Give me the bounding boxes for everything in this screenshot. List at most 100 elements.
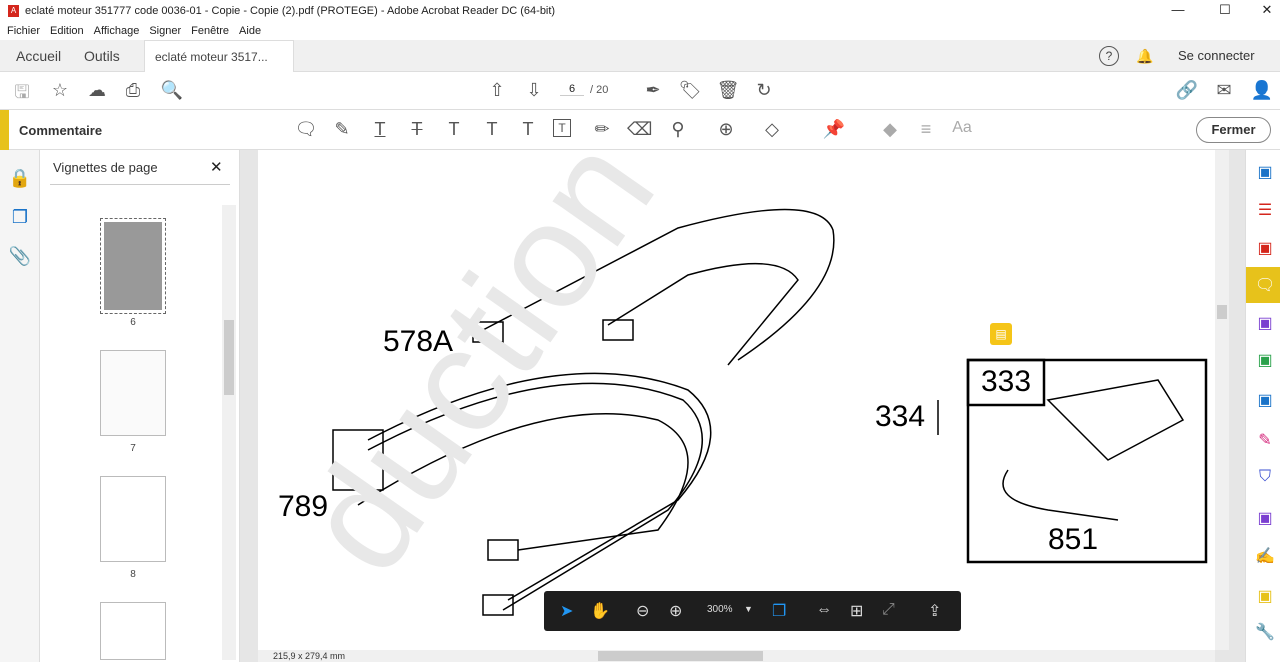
add-text-icon[interactable]: T [516, 119, 540, 140]
fill-color-icon[interactable]: ◆ [878, 119, 902, 140]
text-box-icon[interactable]: T [553, 119, 571, 137]
thumbnail-page-7[interactable] [100, 350, 166, 436]
more-tools-icon[interactable]: 🔧 [1255, 622, 1275, 642]
page-total: / 20 [590, 84, 609, 96]
comment-toolbar: Commentaire 🗨 ✎ T T T T T T ✏ ⌫ ⚲ ⊕ ◇ 📌 … [0, 110, 1280, 150]
delete-icon[interactable]: 🗑 [716, 80, 740, 101]
replace-text-icon[interactable]: T [442, 119, 466, 140]
page-view-icon[interactable]: ❐ [772, 601, 786, 621]
comment-icon: 🗨 [1255, 277, 1276, 294]
pencil-icon[interactable]: ✏ [590, 119, 614, 140]
zoom-dropdown-icon[interactable]: ▼ [744, 604, 753, 614]
upload-cloud-icon[interactable]: ☁ [85, 80, 109, 101]
menu-signer[interactable]: Signer [149, 25, 181, 37]
menu-edition[interactable]: Edition [50, 25, 84, 37]
link-icon[interactable]: 🔗 [1175, 80, 1199, 101]
horizontal-scrollbar[interactable]: 215,9 x 279,4 mm [258, 650, 1215, 662]
sticky-note-icon[interactable]: 🗨 [294, 119, 318, 140]
part-label-851: 851 [1048, 523, 1099, 556]
read-mode-icon[interactable]: ⇪ [928, 601, 941, 621]
menu-aide[interactable]: Aide [239, 25, 261, 37]
share-user-icon[interactable]: 👤 [1250, 80, 1274, 101]
zoom-level[interactable]: 300% [707, 604, 733, 615]
attach-icon[interactable]: ⊕ [714, 119, 738, 140]
star-icon[interactable]: ☆ [48, 80, 72, 101]
comment-tool-active[interactable]: 🗨 [1246, 267, 1280, 303]
organize-pages-icon[interactable]: ☰ [1255, 200, 1275, 220]
window-title: eclaté moteur 351777 code 0036-01 - Copi… [25, 5, 556, 17]
minimize-button[interactable]: — [1163, 2, 1193, 17]
zoom-search-icon[interactable]: 🔍 [160, 80, 184, 101]
previous-page-icon[interactable]: ⇧ [485, 80, 509, 101]
page-thumbnails-icon[interactable]: ❐ [8, 207, 32, 228]
part-label-334: 334 [875, 400, 926, 433]
comment-note-icon[interactable]: ▤ [990, 323, 1012, 345]
thumbnail-label: 8 [130, 569, 136, 580]
close-window-button[interactable]: ✕ [1252, 2, 1280, 18]
tab-accueil[interactable]: Accueil [16, 40, 61, 72]
thumbnail-page-9[interactable] [100, 602, 166, 660]
comment-title: Commentaire [19, 123, 103, 138]
zoom-out-icon[interactable]: ⊖ [636, 601, 649, 621]
lock-icon[interactable]: 🔒 [8, 168, 32, 189]
fit-width-icon[interactable]: ⇔ [816, 601, 832, 619]
edit-pdf-icon[interactable]: ▣ [1255, 313, 1275, 333]
scroll-thumb[interactable] [598, 651, 763, 661]
page-number-input[interactable]: 6 [560, 83, 584, 96]
left-nav-rail: 🔒 ❐ 📎 [0, 150, 40, 662]
print-icon[interactable]: ⎙ [121, 80, 145, 101]
sign-icon[interactable]: ✒ [641, 80, 665, 101]
create-pdf-icon[interactable]: ▣ [1255, 162, 1275, 182]
thumbnail-label: 7 [130, 443, 136, 454]
page-size: 215,9 x 279,4 mm [273, 651, 346, 661]
floating-toolbar: ➤ ✋ ⊖ ⊕ 300% ▼ ❐ ⇔ ⊞ ⤢ ⇪ [544, 591, 961, 631]
underline-text-icon[interactable]: T [368, 119, 392, 140]
next-page-icon[interactable]: ⇩ [522, 80, 546, 101]
shapes-icon[interactable]: ◇ [760, 119, 784, 140]
stamp-icon[interactable]: ⚲ [666, 119, 690, 140]
close-panel-icon[interactable]: ✕ [210, 158, 223, 176]
redact-icon[interactable]: ▣ [1255, 508, 1275, 528]
sign-in-link[interactable]: Se connecter [1178, 40, 1255, 72]
edit-tag-icon[interactable]: 🏷 [678, 80, 702, 101]
send-comments-icon[interactable]: ▣ [1255, 586, 1275, 606]
maximize-button[interactable]: ☐ [1210, 2, 1240, 18]
thumbnail-page-6[interactable] [100, 218, 166, 314]
menu-affichage[interactable]: Affichage [94, 25, 140, 37]
fill-sign-icon[interactable]: ✎ [1255, 430, 1275, 450]
help-icon[interactable]: ? [1099, 46, 1119, 66]
strikethrough-icon[interactable]: T [405, 119, 429, 140]
font-size-icon[interactable]: Aa [950, 119, 974, 137]
hand-tool-icon[interactable]: ✋ [590, 601, 610, 621]
scan-icon[interactable]: ▣ [1255, 390, 1275, 410]
email-icon[interactable]: ✉ [1212, 80, 1236, 101]
tab-bar: Accueil Outils eclaté moteur 3517... × ?… [0, 40, 1280, 96]
fit-page-icon[interactable]: ⊞ [850, 601, 863, 621]
export-pdf-icon[interactable]: ▣ [1255, 238, 1275, 258]
close-comment-button[interactable]: Fermer [1196, 117, 1271, 143]
menu-fenetre[interactable]: Fenêtre [191, 25, 229, 37]
highlight-icon[interactable]: ✎ [330, 119, 354, 140]
insert-text-icon[interactable]: T [480, 119, 504, 140]
tab-document[interactable]: eclaté moteur 3517... × [144, 40, 294, 96]
vertical-scrollbar[interactable] [1215, 150, 1229, 650]
menu-fichier[interactable]: Fichier [7, 25, 40, 37]
fullscreen-icon[interactable]: ⤢ [882, 601, 895, 619]
compare-icon[interactable]: ▣ [1255, 350, 1275, 370]
eraser-icon[interactable]: ⌫ [627, 119, 652, 140]
part-label-789: 789 [278, 490, 329, 523]
zoom-in-icon[interactable]: ⊕ [669, 601, 682, 621]
pin-icon[interactable]: 📌 [822, 119, 846, 140]
save-icon[interactable]: 🖫 [10, 80, 34, 110]
line-width-icon[interactable]: ≡ [914, 119, 938, 140]
thumbnail-page-8[interactable] [100, 476, 166, 562]
tab-outils[interactable]: Outils [84, 40, 120, 72]
sign-tool-icon[interactable]: ✍ [1255, 546, 1275, 566]
protect-icon[interactable]: ⛉ [1255, 468, 1275, 486]
thumbnails-panel: Vignettes de page ✕ 6 7 8 [40, 150, 240, 662]
attachment-icon[interactable]: 📎 [8, 246, 32, 267]
thumbnails-scrollbar[interactable] [222, 205, 236, 660]
bell-icon[interactable]: 🔔 [1136, 40, 1153, 72]
rotate-icon[interactable]: ↻ [752, 80, 776, 101]
select-cursor-icon[interactable]: ➤ [560, 601, 573, 621]
